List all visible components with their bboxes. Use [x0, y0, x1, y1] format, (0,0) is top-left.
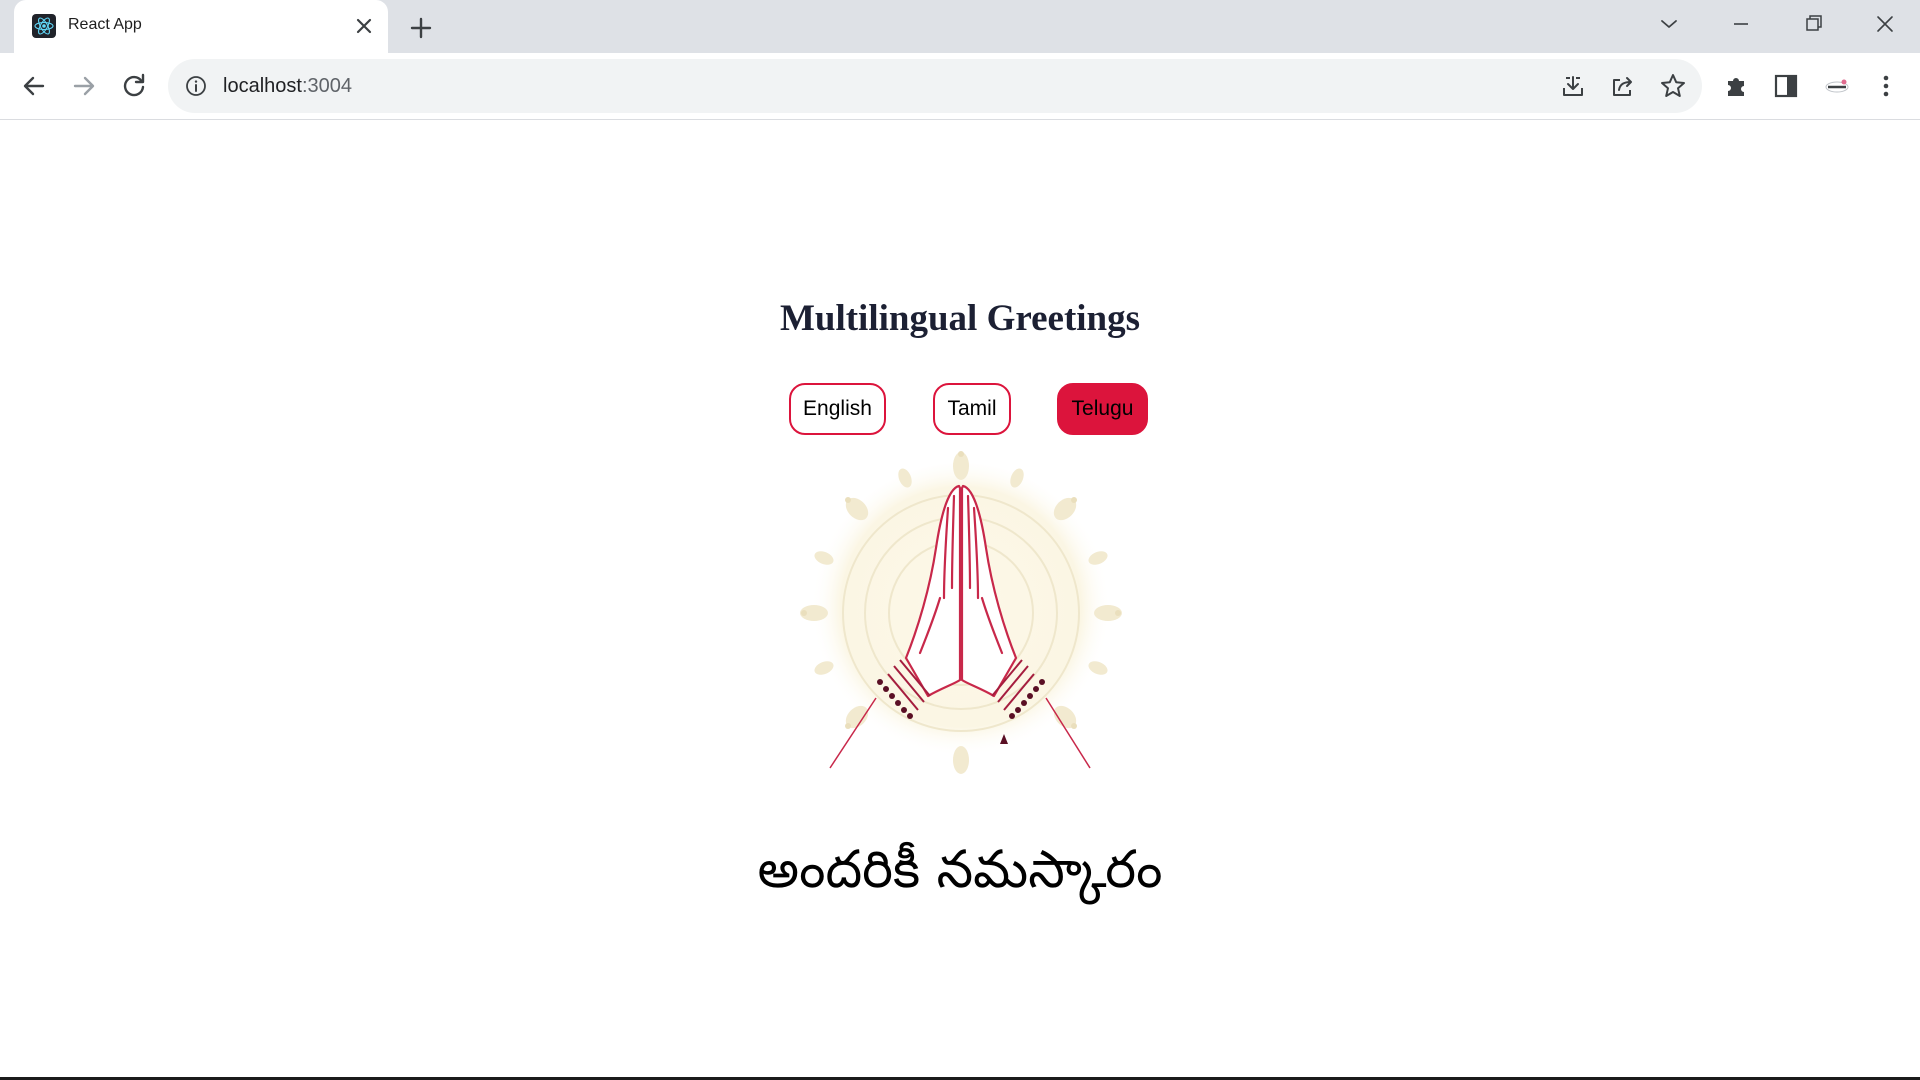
kebab-menu-icon[interactable] — [1868, 68, 1904, 104]
puzzle-icon[interactable] — [1719, 68, 1755, 104]
address-bar[interactable]: localhost:3004 — [168, 59, 1702, 113]
restore-icon[interactable] — [1793, 8, 1833, 40]
url-text: localhost:3004 — [223, 75, 352, 98]
tamil-button[interactable]: Tamil — [933, 383, 1011, 435]
arrow-right-icon[interactable] — [66, 68, 102, 104]
page-title: Multilingual Greetings — [779, 298, 1141, 339]
tab-title: React App — [68, 16, 142, 33]
plus-icon[interactable] — [404, 11, 438, 45]
side-panel-icon[interactable] — [1768, 68, 1804, 104]
share-icon[interactable] — [1608, 71, 1638, 101]
star-icon[interactable] — [1658, 71, 1688, 101]
install-icon[interactable] — [1558, 71, 1588, 101]
browser-window: React App localhost:3004 Multilingual Gr… — [0, 0, 1920, 1080]
arrow-left-icon[interactable] — [16, 68, 52, 104]
minimize-icon[interactable] — [1721, 8, 1761, 40]
reload-icon[interactable] — [116, 68, 152, 104]
window-close-icon[interactable] — [1865, 8, 1905, 40]
react-logo-icon — [32, 14, 56, 38]
page-content: Multilingual Greetings English Tamil Tel… — [0, 120, 1920, 1078]
greeting-text: అందరికీ నమస్కారం — [757, 840, 1163, 900]
browser-tab[interactable]: React App — [14, 0, 388, 53]
url-host: localhost — [223, 75, 302, 97]
info-icon[interactable] — [184, 74, 208, 98]
tab-strip: React App — [0, 0, 1920, 53]
namaste-illustration — [790, 448, 1132, 793]
chevron-down-icon[interactable] — [1649, 8, 1689, 40]
telugu-button[interactable]: Telugu — [1057, 383, 1148, 435]
close-icon[interactable] — [350, 12, 378, 40]
profile-avatar-icon[interactable] — [1819, 68, 1855, 104]
url-port: :3004 — [301, 75, 352, 97]
browser-toolbar: localhost:3004 — [0, 53, 1920, 120]
english-button[interactable]: English — [789, 383, 886, 435]
